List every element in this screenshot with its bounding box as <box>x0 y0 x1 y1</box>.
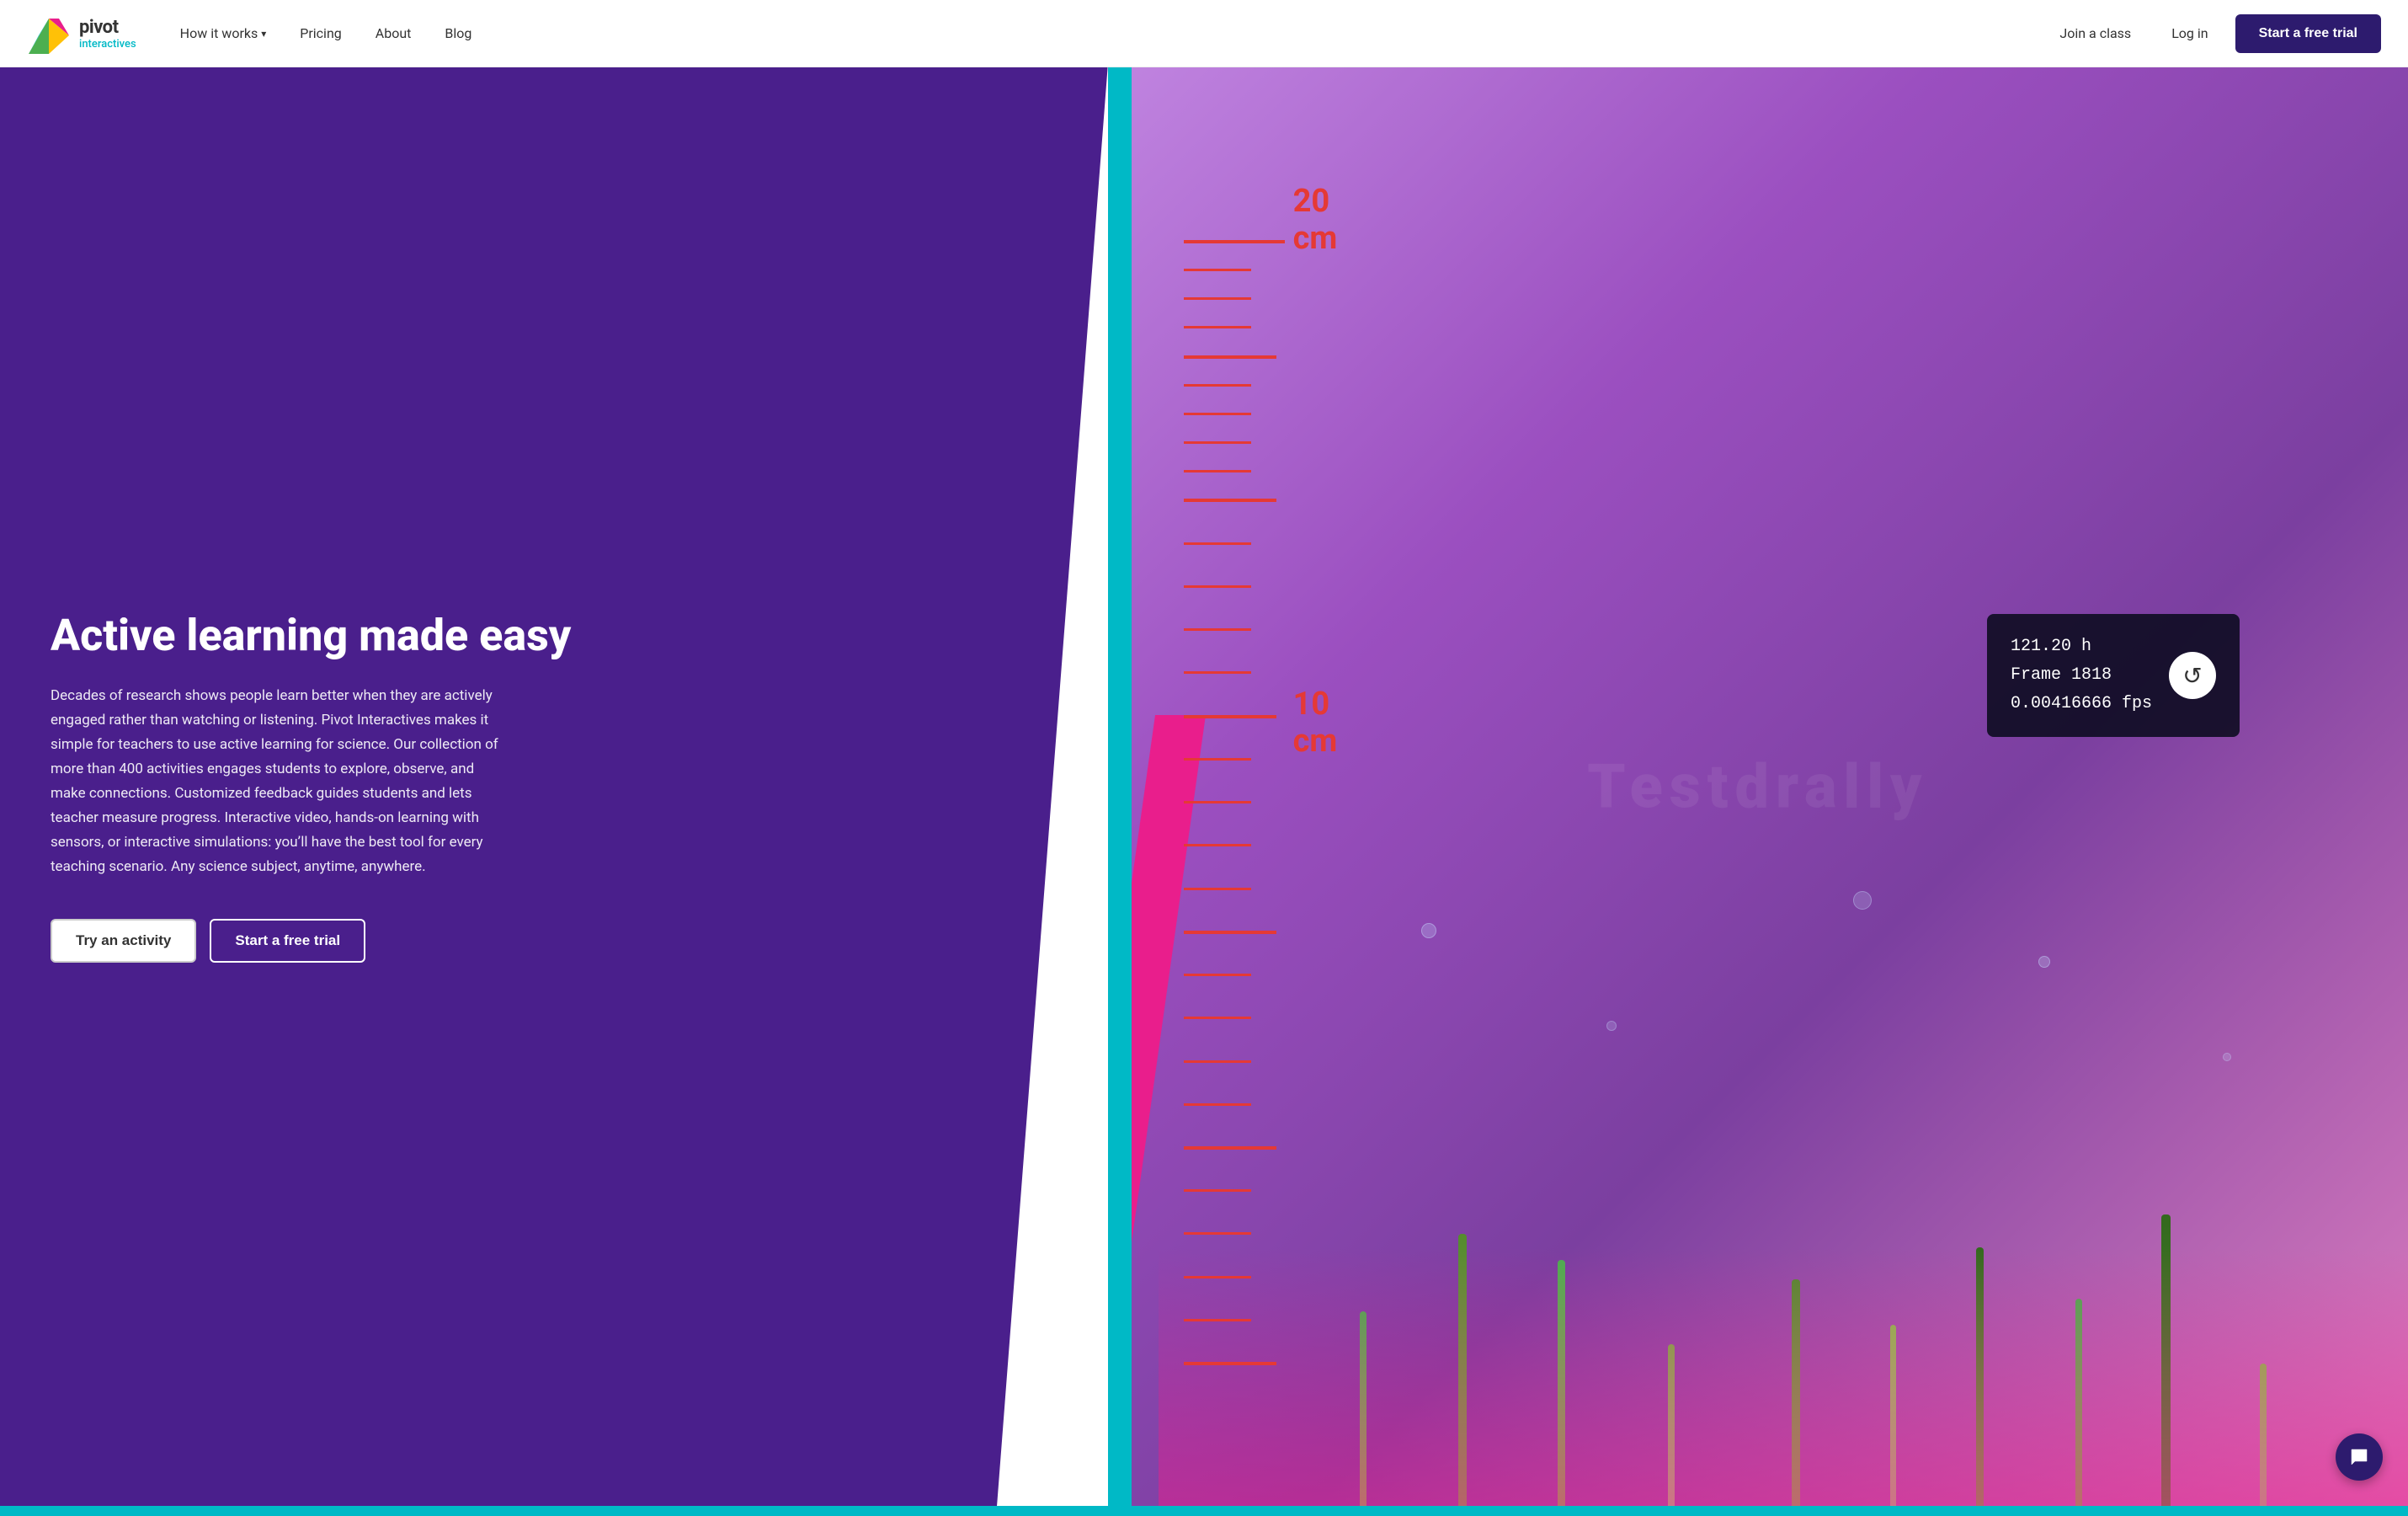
nav-how-it-works[interactable]: How it works ▾ <box>167 19 280 48</box>
logo-pivot-text: pivot <box>79 17 136 38</box>
data-line-2: Frame 1818 <box>2011 661 2152 690</box>
navigation: pivot interactives How it works ▾ Pricin… <box>0 0 2408 67</box>
data-overlay-box: 121.20 h Frame 1818 0.00416666 fps ↺ <box>1987 614 2240 737</box>
chat-widget-button[interactable] <box>2336 1433 2383 1481</box>
nav-log-in[interactable]: Log in <box>2158 19 2221 48</box>
hero-cta-buttons: Try an activity Start a free trial <box>51 919 1057 963</box>
chevron-down-icon: ▾ <box>261 28 266 40</box>
logo-icon <box>27 12 71 56</box>
hero-body-text: Decades of research shows people learn b… <box>51 684 505 878</box>
data-line-1: 121.20 h <box>2011 633 2152 661</box>
nav-start-trial-button[interactable]: Start a free trial <box>2235 14 2381 53</box>
bottom-teal-bar <box>0 1506 2408 1516</box>
nav-blog[interactable]: Blog <box>431 19 485 48</box>
start-free-trial-button[interactable]: Start a free trial <box>210 919 365 963</box>
logo-interactives-text: interactives <box>79 38 136 51</box>
try-activity-button[interactable]: Try an activity <box>51 919 196 963</box>
replay-icon: ↺ <box>2169 652 2216 699</box>
teal-accent-bar <box>1108 67 1132 1506</box>
hero-title: Active learning made easy <box>51 611 1057 661</box>
nav-pricing[interactable]: Pricing <box>286 19 355 48</box>
logo-link[interactable]: pivot interactives <box>27 12 136 56</box>
data-line-3: 0.00416666 fps <box>2011 690 2152 718</box>
nav-links: How it works ▾ Pricing About Blog <box>167 19 2047 48</box>
hero-left-panel: Active learning made easy Decades of res… <box>0 67 1108 1506</box>
nav-join-class[interactable]: Join a class <box>2046 19 2144 48</box>
hero-section: Active learning made easy Decades of res… <box>0 67 2408 1506</box>
nav-right-actions: Join a class Log in Start a free trial <box>2046 14 2381 53</box>
chat-icon <box>2348 1446 2370 1468</box>
hero-right-panel: Testdrally <box>1108 67 2408 1506</box>
nav-about[interactable]: About <box>362 19 425 48</box>
hero-background <box>1108 67 2408 1506</box>
data-overlay-text: 121.20 h Frame 1818 0.00416666 fps <box>2011 633 2152 718</box>
